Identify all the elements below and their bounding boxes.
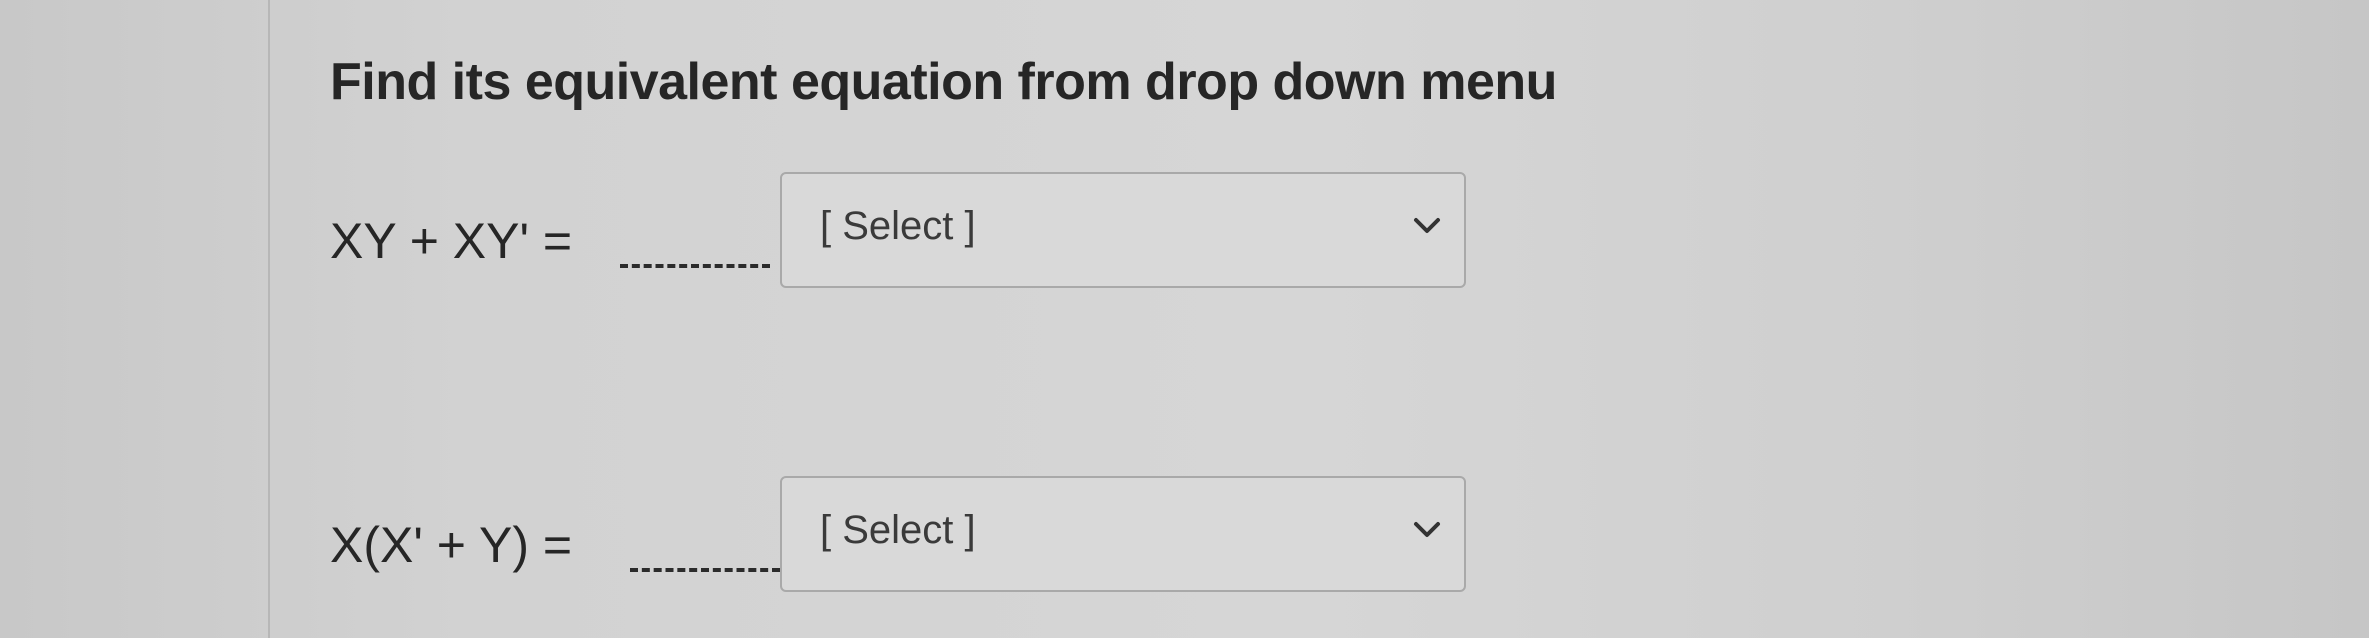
equation-label-2: X(X' + Y) =: [330, 517, 573, 573]
answer-blank-2: [630, 568, 780, 572]
answer-blank-1: [620, 264, 770, 268]
answer-dropdown-1[interactable]: [ Select ]: [780, 172, 1466, 288]
question-row-2: X(X' + Y) = [ Select ]: [330, 476, 1530, 596]
equation-label-1: XY + XY' =: [330, 213, 573, 269]
chevron-down-icon: [1412, 518, 1442, 542]
dropdown-selected-value-2: [ Select ]: [820, 508, 976, 552]
question-prompt: Find its equivalent equation from drop d…: [330, 53, 1557, 111]
answer-dropdown-2[interactable]: [ Select ]: [780, 476, 1466, 592]
chevron-down-icon: [1412, 214, 1442, 238]
dropdown-selected-value-1: [ Select ]: [820, 204, 976, 248]
content-left-border: [268, 0, 270, 638]
question-row-1: XY + XY' = [ Select ]: [330, 172, 1530, 292]
quiz-question: Find its equivalent equation from drop d…: [330, 0, 2330, 638]
